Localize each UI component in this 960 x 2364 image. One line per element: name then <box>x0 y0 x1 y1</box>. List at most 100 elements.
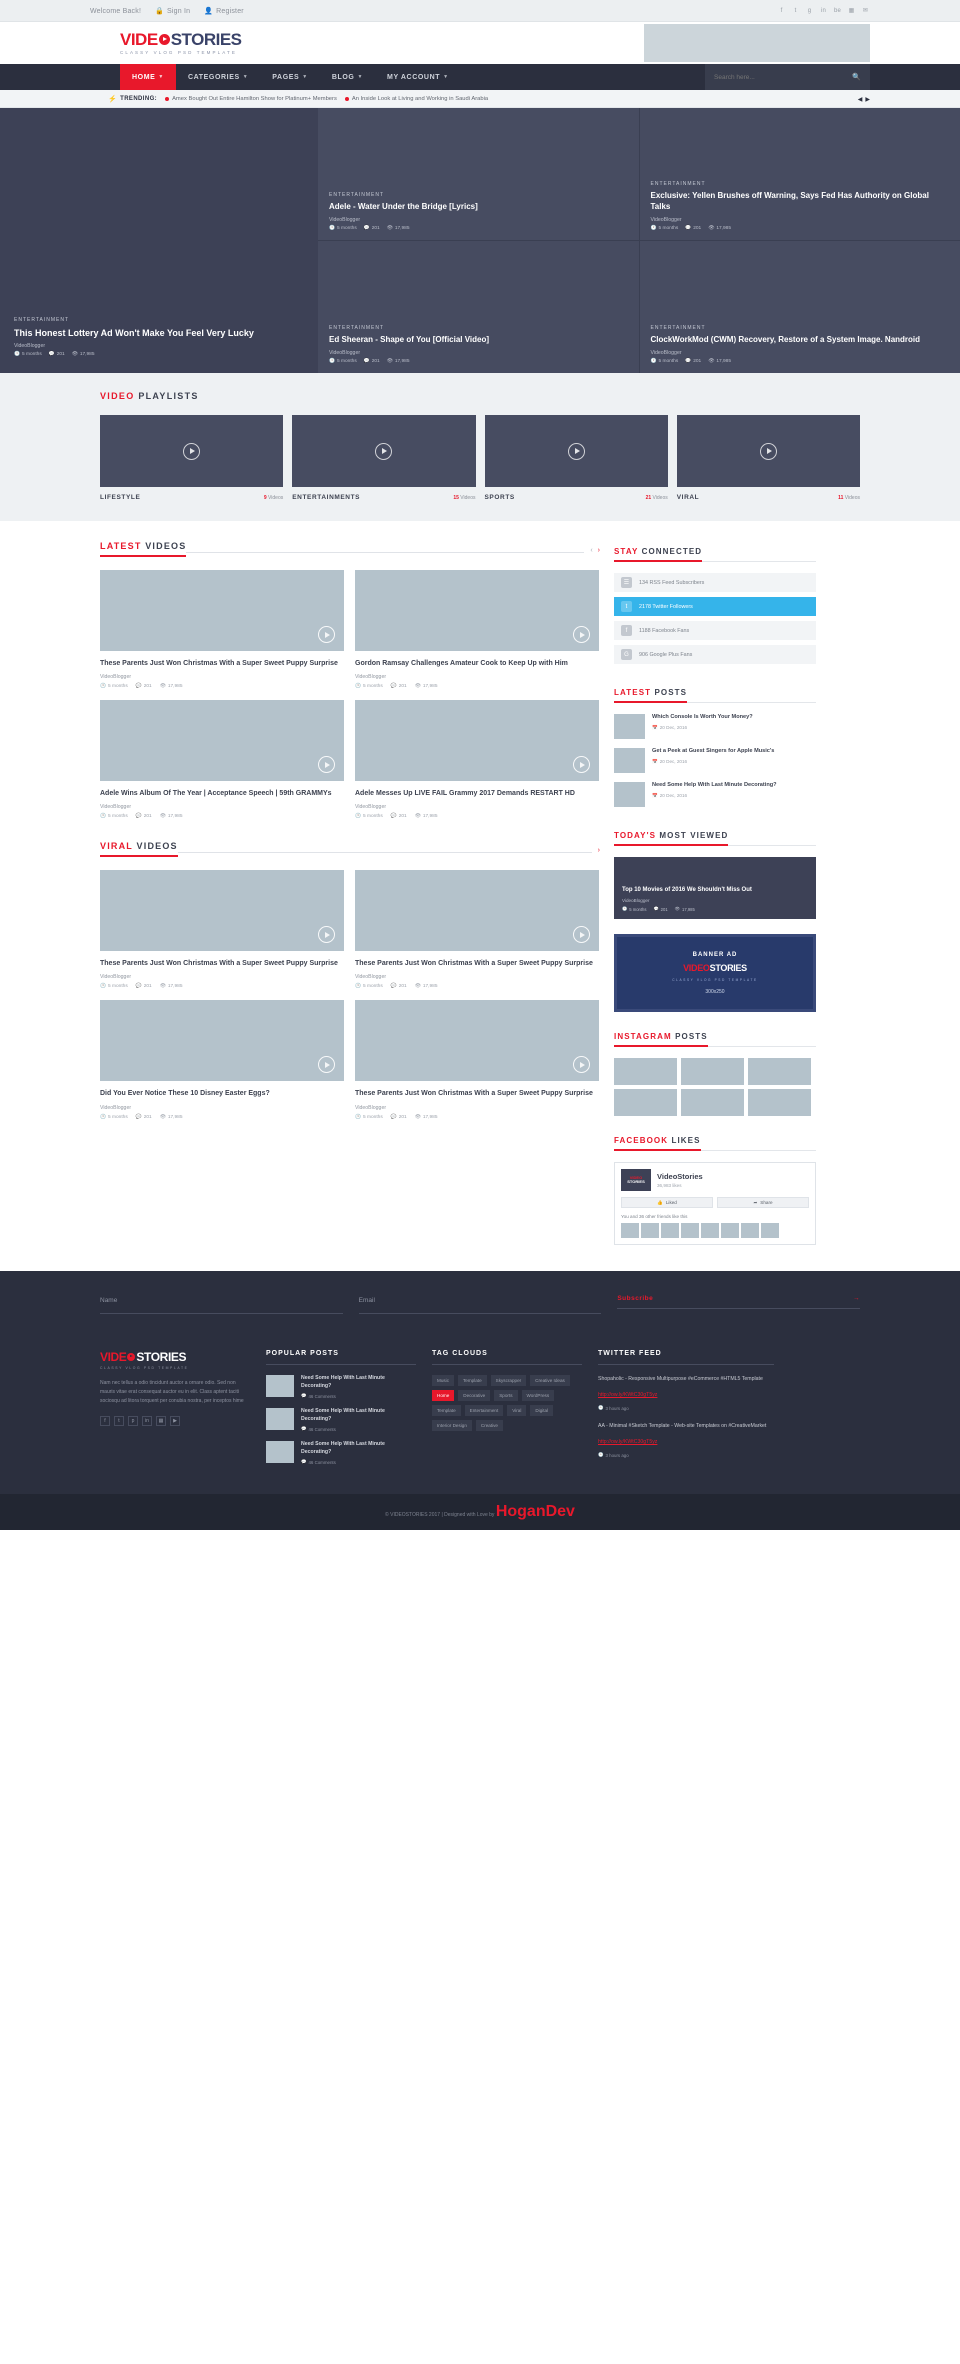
video-thumbnail[interactable] <box>100 700 344 782</box>
video-card[interactable]: These Parents Just Won Christmas With a … <box>100 870 344 989</box>
header-ad-banner[interactable] <box>644 24 870 62</box>
nav-item-pages[interactable]: PAGES ▼ <box>260 64 320 90</box>
hero-card-3[interactable]: ENTERTAINMENT ClockWorkMod (CWM) Recover… <box>638 241 960 373</box>
video-thumbnail[interactable] <box>100 570 344 651</box>
tweet-link[interactable]: http://ow.ly/KWtC30gT5yz <box>598 1439 657 1445</box>
nav-item-home[interactable]: HOME ▼ <box>120 64 176 90</box>
subscribe-button[interactable]: Subscribe → <box>617 1295 861 1309</box>
sign-in-link[interactable]: 🔒 Sign In <box>155 7 190 16</box>
footer-social-links[interactable]: f t p in ▦ ▶ <box>100 1416 250 1427</box>
playlist-thumb[interactable] <box>100 415 284 487</box>
video-card[interactable]: Adele Messes Up LIVE FAIL Grammy 2017 De… <box>355 700 599 819</box>
pinterest-icon[interactable]: p <box>128 1416 138 1427</box>
social-row-rss[interactable]: ☰ 134 RSS Feed Subscribers <box>614 573 816 592</box>
trending-nav[interactable]: ◀ ▶ <box>858 96 870 103</box>
social-row-facebook[interactable]: f 1188 Facebook Fans <box>614 621 816 640</box>
facebook-share-button[interactable]: ➦ Share <box>717 1197 809 1208</box>
play-icon[interactable] <box>759 442 777 460</box>
play-icon[interactable] <box>573 1056 590 1074</box>
tag-item[interactable]: Viral <box>507 1405 527 1416</box>
instagram-cell[interactable] <box>748 1089 811 1116</box>
playlist-thumb[interactable] <box>676 415 860 487</box>
tweet-link[interactable]: http://ow.ly/KWtC30gT5yz <box>598 1392 657 1398</box>
googleplus-icon[interactable]: g <box>805 7 814 16</box>
hero-main-card[interactable]: ENTERTAINMENT This Honest Lottery Ad Won… <box>0 108 318 373</box>
linkedin-icon[interactable]: in <box>142 1416 152 1427</box>
instagram-cell[interactable] <box>681 1058 744 1085</box>
playlist-card-3[interactable]: VIRAL 11 Videos <box>676 415 860 501</box>
nav-item-my-account[interactable]: MY ACCOUNT ▼ <box>375 64 461 90</box>
tag-item[interactable]: Template <box>458 1375 487 1386</box>
play-icon[interactable] <box>573 756 590 774</box>
play-icon[interactable] <box>375 442 393 460</box>
video-thumbnail[interactable] <box>355 700 599 782</box>
play-icon[interactable] <box>318 626 335 643</box>
footer-post-item[interactable]: Need Some Help With Last Minute Decorati… <box>266 1408 416 1432</box>
tag-item[interactable]: Interior Design <box>432 1420 472 1431</box>
search-container[interactable]: 🔍 <box>705 64 870 90</box>
video-card[interactable]: Adele Wins Album Of The Year | Acceptanc… <box>100 700 344 819</box>
play-icon[interactable] <box>318 1056 335 1074</box>
playlist-thumb[interactable] <box>484 415 668 487</box>
play-icon[interactable] <box>573 626 590 643</box>
video-thumbnail[interactable] <box>355 570 599 651</box>
play-icon[interactable] <box>183 442 201 460</box>
twitter-icon[interactable]: t <box>791 7 800 16</box>
video-thumbnail[interactable] <box>100 1000 344 1082</box>
behance-icon[interactable]: be <box>833 7 842 16</box>
instagram-cell[interactable] <box>748 1058 811 1085</box>
linkedin-icon[interactable]: in <box>819 7 828 16</box>
register-link[interactable]: 👤 Register <box>204 7 244 16</box>
tag-item[interactable]: Music <box>432 1375 454 1386</box>
prev-arrow-icon[interactable]: ‹ <box>590 547 592 554</box>
grid-icon[interactable]: ▦ <box>847 7 856 16</box>
trending-item-0[interactable]: Amex Bought Out Entire Hamilton Show for… <box>165 96 337 102</box>
tag-item[interactable]: Decorative <box>458 1390 491 1401</box>
instagram-cell[interactable] <box>614 1089 677 1116</box>
video-card[interactable]: Gordon Ramsay Challenges Amateur Cook to… <box>355 570 599 689</box>
video-card[interactable]: These Parents Just Won Christmas With a … <box>355 870 599 989</box>
video-thumbnail[interactable] <box>100 870 344 952</box>
copyright-brand[interactable]: HoganDev <box>496 1503 575 1520</box>
facebook-icon[interactable]: f <box>777 7 786 16</box>
viral-videos-carousel-nav[interactable]: › <box>592 847 600 857</box>
sidebar-banner-ad[interactable]: BANNER AD VIDEO STORIES CLASSY VLOG PSD T… <box>614 934 816 1012</box>
footer-logo[interactable]: VIDE STORIES CLASSY VLOG PSD TEMPLATE <box>100 1350 250 1370</box>
tag-item[interactable]: Skyscrapper <box>490 1375 527 1386</box>
social-row-googleplus[interactable]: G 906 Google Plus Fans <box>614 645 816 664</box>
video-card[interactable]: These Parents Just Won Christmas With a … <box>100 570 344 689</box>
mail-icon[interactable]: ✉ <box>861 7 870 16</box>
playlist-thumb[interactable] <box>292 415 476 487</box>
trending-item-1[interactable]: An Inside Look at Living and Working in … <box>344 96 488 102</box>
tag-item[interactable]: Creative <box>475 1420 503 1431</box>
video-thumbnail[interactable] <box>355 870 599 952</box>
play-icon[interactable] <box>567 442 585 460</box>
top-social-links[interactable]: f t g in be ▦ ✉ <box>777 7 870 16</box>
most-viewed-card[interactable]: Top 10 Movies of 2016 We Shouldn't Miss … <box>614 857 816 919</box>
tag-item[interactable]: WordPress <box>521 1390 555 1401</box>
sidebar-post-item[interactable]: Get a Peek at Guest Singers for Apple Mu… <box>614 748 816 773</box>
footer-post-item[interactable]: Need Some Help With Last Minute Decorati… <box>266 1375 416 1399</box>
sidebar-post-item[interactable]: Which Console Is Worth Your Money? 📅 20 D… <box>614 714 816 739</box>
youtube-icon[interactable]: ▶ <box>170 1416 180 1427</box>
tag-item[interactable]: Digital <box>530 1405 554 1416</box>
next-arrow-icon[interactable]: › <box>598 547 600 554</box>
hero-card-0[interactable]: ENTERTAINMENT Adele - Water Under the Br… <box>318 108 639 240</box>
site-logo[interactable]: VIDE STORIES CLASSY VLOG PSD TEMPLATE <box>120 31 242 55</box>
next-arrow-icon[interactable]: › <box>598 847 600 854</box>
playlist-card-1[interactable]: ENTERTAINMENTS 15 Videos <box>292 415 476 501</box>
twitter-icon[interactable]: t <box>114 1416 124 1427</box>
hero-card-2[interactable]: ENTERTAINMENT Ed Sheeran - Shape of You … <box>318 241 639 373</box>
footer-post-item[interactable]: Need Some Help With Last Minute Decorati… <box>266 1441 416 1465</box>
hero-card-1[interactable]: ENTERTAINMENT Exclusive: Yellen Brushes … <box>638 108 960 240</box>
search-icon[interactable]: 🔍 <box>852 73 861 81</box>
play-icon[interactable] <box>573 926 590 944</box>
subscribe-email-field[interactable]: Email <box>358 1289 602 1314</box>
tag-item[interactable]: Sports <box>494 1390 518 1401</box>
nav-item-blog[interactable]: BLOG ▼ <box>320 64 375 90</box>
sidebar-post-item[interactable]: Need Some Help With Last Minute Decorati… <box>614 782 816 807</box>
tag-item[interactable]: Entertainment <box>464 1405 504 1416</box>
latest-videos-carousel-nav[interactable]: ‹ › <box>584 547 600 557</box>
tag-item[interactable]: Template <box>432 1405 461 1416</box>
video-card[interactable]: Did You Ever Notice These 10 Disney East… <box>100 1000 344 1120</box>
